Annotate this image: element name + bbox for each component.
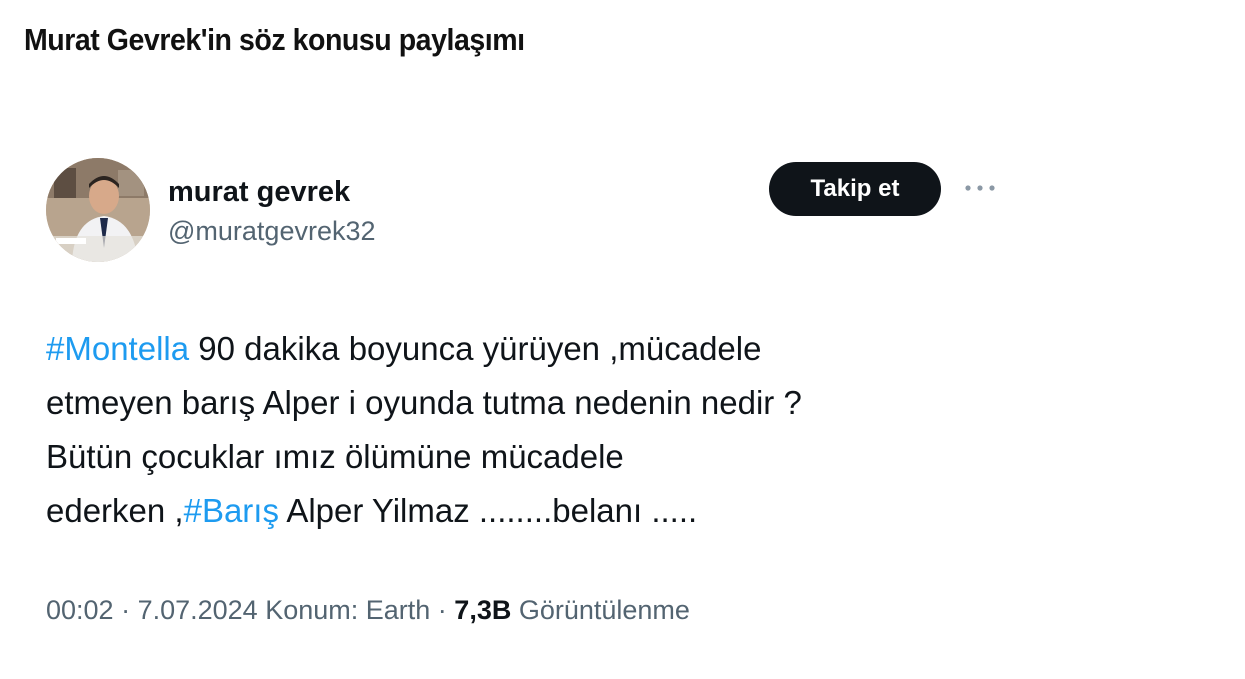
more-options-button[interactable] [958,166,1002,210]
hashtag-link[interactable]: #Montella [46,330,189,367]
views-label: Görüntülenme [511,595,690,625]
page-title: Murat Gevrek'in söz konusu paylaşımı [24,22,525,57]
tweet-time[interactable]: 00:02 [46,595,114,625]
tweet-location: Konum: Earth [257,595,431,625]
hashtag-link[interactable]: #Barış [184,492,279,529]
tweet-card: murat gevrek @muratgevrek32 Takip et #Mo… [0,150,1245,679]
more-horizontal-icon [965,185,995,191]
tweet-text-segment: Alper Yilmaz ........belanı ..... [278,492,698,529]
views-count: 7,3B [454,595,512,625]
meta-separator: · [113,595,138,625]
tweet-text: #Montella 90 dakika boyunca yürüyen ,müc… [46,322,1006,538]
tweet-text-segment: ederken , [46,492,184,529]
tweet-text-segment: 90 dakika boyunca yürüyen ,mücadele [189,330,762,367]
author-display-name[interactable]: murat gevrek [168,176,350,209]
tweet-text-line: Bütün çocuklar ımız ölümüne mücadele [46,438,624,475]
author-handle[interactable]: @muratgevrek32 [168,216,376,247]
meta-separator: · [430,595,455,625]
follow-button[interactable]: Takip et [769,162,941,216]
avatar[interactable] [46,158,150,262]
tweet-text-line: etmeyen barış Alper i oyunda tutma neden… [46,384,802,421]
avatar-image [46,158,150,262]
tweet-text-line: ederken ,#Barış Alper Yilmaz ........bel… [46,484,1006,538]
tweet-meta: 00:02 · 7.07.2024 Konum: Earth · 7,3B Gö… [46,595,690,626]
tweet-date[interactable]: 7.07.2024 [138,595,258,625]
tweet-text-line: #Montella 90 dakika boyunca yürüyen ,müc… [46,322,1006,376]
